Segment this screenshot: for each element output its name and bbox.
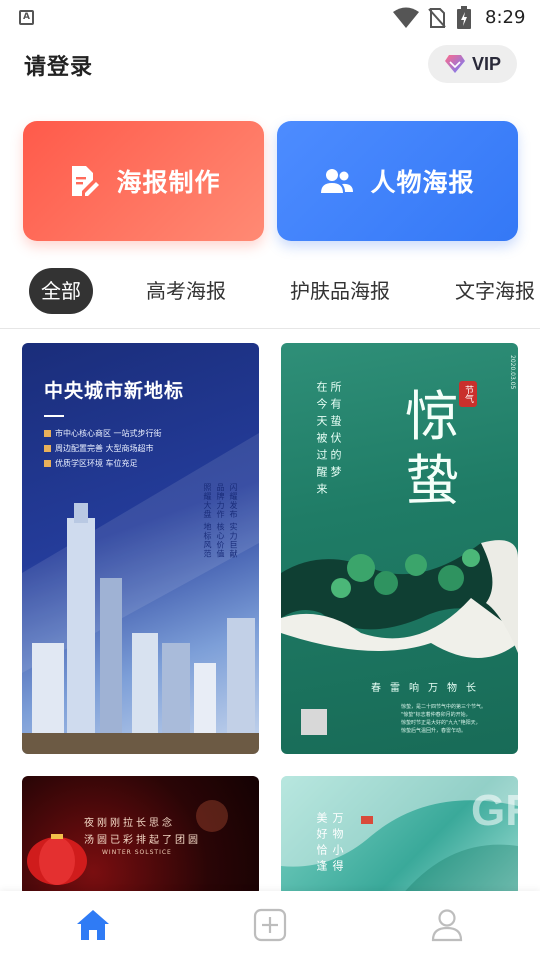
small-text: 惊蛰后气温回升，春雷乍动。 [401, 728, 467, 734]
seal-stamp: 节气 [459, 381, 477, 407]
vertical-slogan: 照耀大盘 地标风范 [203, 483, 212, 559]
title-underline [44, 415, 64, 417]
card-line: 汤圆已彩排起了团圆 [84, 835, 201, 846]
no-sim-icon [428, 8, 446, 28]
vip-label: VIP [471, 53, 501, 74]
gem-icon [444, 55, 465, 73]
poster-make-button[interactable]: 海报制作 [23, 121, 264, 241]
wifi-icon [393, 7, 419, 28]
template-card-winter-solstice[interactable]: 夜刚刚拉长思念 汤圆已彩排起了团圆 WINTER SOLSTICE [22, 776, 259, 896]
watermark-text: GR [471, 786, 518, 835]
vertical-verse: 万物小得 [331, 812, 344, 876]
tab-text-poster[interactable]: 文字海报 [455, 268, 535, 314]
tab-gaokao-poster[interactable]: 高考海报 [146, 268, 226, 314]
feature-line: 优质学区环境 车位充足 [44, 458, 138, 469]
vertical-verse: 在今天被过醒来 [315, 381, 328, 500]
home-icon[interactable] [76, 908, 110, 942]
card-date: 2020.03.05 [509, 355, 516, 390]
feature-line: 市中心核心商区 一站式步行街 [44, 428, 162, 439]
vertical-verse: 美好恰逢 [315, 812, 328, 876]
template-card-jingzhe[interactable]: 所有蛰伏的梦 在今天被过醒来 惊蛰 节气 2020.03.05 春雷响万物长 惊… [281, 343, 518, 754]
edit-document-icon [72, 166, 100, 196]
vertical-verse: 所有蛰伏的梦 [329, 381, 342, 483]
qr-code-placeholder [301, 709, 327, 735]
template-card-grain[interactable]: 美好恰逢 万物小得 GR [281, 776, 518, 896]
clock: 8:29 [485, 7, 526, 28]
vip-button[interactable]: VIP [428, 45, 517, 83]
card-subtitle: 春雷响万物长 [371, 683, 485, 694]
card-english-text: WINTER SOLSTICE [102, 849, 172, 856]
battery-charging-icon [457, 6, 471, 29]
card-title: 中央城市新地标 [44, 380, 185, 402]
tabs-divider [0, 328, 540, 329]
card-line: 夜刚刚拉长思念 [84, 818, 175, 829]
feature-line: 周边配置完善 大型商场超市 [44, 443, 154, 454]
people-poster-button[interactable]: 人物海报 [277, 121, 518, 241]
template-card-city-landmark[interactable]: 中央城市新地标 市中心核心商区 一站式步行街 周边配置完善 大型商场超市 优质学… [22, 343, 259, 754]
people-icon [321, 169, 354, 193]
login-prompt[interactable]: 请登录 [24, 49, 93, 81]
red-tag [361, 816, 373, 824]
user-icon[interactable] [430, 908, 464, 942]
small-text: "惊蛰"标志着仲春卯月的开始， [401, 712, 471, 718]
small-text: 惊蛰，是二十四节气中的第三个节气。 [401, 704, 487, 710]
tab-skincare-poster[interactable]: 护肤品海报 [290, 268, 390, 314]
people-poster-label: 人物海报 [370, 168, 475, 197]
add-square-icon[interactable] [253, 908, 287, 942]
small-text: 惊蛰时节正是大好的"九九"艳阳天， [401, 720, 481, 726]
category-tabs: 全部 高考海报 护肤品海报 文字海报 [0, 268, 540, 318]
status-bar: A 8:29 [0, 0, 540, 36]
poster-make-label: 海报制作 [116, 168, 221, 197]
app-notification-icon: A [19, 10, 34, 25]
tab-all[interactable]: 全部 [29, 268, 93, 314]
bottom-navigation [0, 891, 540, 960]
vertical-slogan: 品牌力作 核心价值 [216, 483, 225, 559]
vertical-slogan: 闪耀发布 实力巨献 [229, 483, 238, 559]
